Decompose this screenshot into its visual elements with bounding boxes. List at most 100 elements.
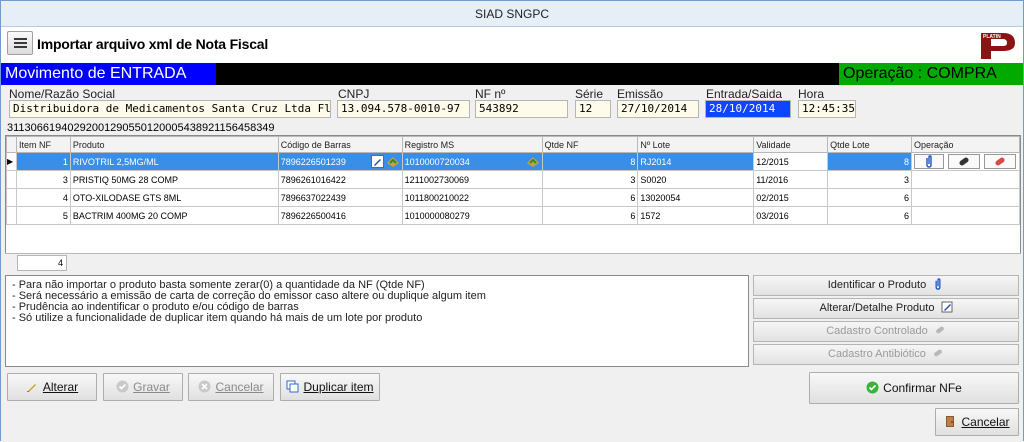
emissao-field[interactable]: 27/10/2014: [617, 100, 699, 118]
validade-cell[interactable]: 11/2016: [753, 170, 829, 189]
produto-cell[interactable]: BACTRIM 400MG 20 COMP: [69, 206, 279, 225]
operacao-cell: [911, 170, 1020, 189]
qtde-lote-cell[interactable]: 6: [827, 188, 913, 207]
duplicar-item-button[interactable]: Duplicar item: [280, 373, 380, 401]
col-qtde-lote[interactable]: Qtde Lote: [827, 136, 913, 153]
identificar-produto-label: Identificar o Produto: [827, 279, 927, 291]
item-nf-cell: 3: [15, 170, 71, 189]
current-row-marker-icon: ▶: [6, 152, 17, 171]
lookup-barcode-icon[interactable]: [386, 155, 400, 168]
items-grid[interactable]: Item NF Produto Código de Barras Registr…: [5, 135, 1021, 271]
validade-cell[interactable]: 02/2015: [753, 188, 829, 207]
col-operacao[interactable]: Operação: [911, 136, 1020, 153]
col-produto[interactable]: Produto: [69, 136, 279, 153]
barras-cell[interactable]: 7896226501239: [277, 152, 403, 171]
registro-cell[interactable]: 1011800210022: [401, 188, 543, 207]
col-qtde-nf[interactable]: Qtde NF: [541, 136, 639, 153]
alterar-button[interactable]: Alterar: [7, 373, 97, 401]
menu-button[interactable]: [7, 31, 33, 55]
produto-cell[interactable]: OTO-XILODASE GTS 8ML: [69, 188, 279, 207]
col-item-nf[interactable]: Item NF: [15, 136, 71, 153]
identificar-produto-button[interactable]: Identificar o Produto: [753, 275, 1019, 296]
nf-label: NF nº: [475, 87, 506, 101]
validade-cell[interactable]: 12/2015: [753, 152, 829, 171]
cadastro-controlado-button[interactable]: Cadastro Controlado: [753, 321, 1019, 342]
registro-cell[interactable]: 1010000080279: [401, 206, 543, 225]
qtde-lote-cell[interactable]: 3: [827, 170, 913, 189]
cancelar-button[interactable]: Cancelar: [935, 408, 1019, 436]
paperclip-icon[interactable]: [914, 154, 945, 169]
lote-cell[interactable]: 1572: [637, 206, 755, 225]
item-count: 4: [17, 255, 67, 271]
check-icon: [116, 376, 129, 393]
cancelar-edit-button[interactable]: Cancelar: [188, 373, 274, 401]
registro-cell[interactable]: 1211002730069: [401, 170, 543, 189]
emissao-label: Emissão: [617, 87, 664, 101]
col-registro-ms[interactable]: Registro MS: [401, 136, 543, 153]
lote-cell[interactable]: RJ2014: [637, 152, 755, 171]
header: Importar arquivo xml de Nota Fiscal PLAT…: [1, 27, 1023, 63]
gravar-button[interactable]: Gravar: [103, 373, 183, 401]
table-row[interactable]: 3 PRISTIQ 50MG 28 COMP 7896261016422 121…: [6, 170, 1020, 189]
produto-cell[interactable]: RIVOTRIL 2,5MG/ML: [69, 152, 279, 171]
col-codigo-barras[interactable]: Código de Barras: [277, 136, 403, 153]
registro-cell[interactable]: 1010000720034: [401, 152, 543, 171]
cnpj-label: CNPJ: [338, 87, 370, 101]
produto-cell[interactable]: PRISTIQ 50MG 28 COMP: [69, 170, 279, 189]
qtde-lote-cell[interactable]: 6: [827, 206, 913, 225]
lote-cell[interactable]: 13020054: [637, 188, 755, 207]
qtde-nf-cell[interactable]: 3: [541, 170, 639, 189]
qtde-lote-cell[interactable]: 8: [827, 152, 913, 171]
table-row[interactable]: 5 BACTRIM 400MG 20 COMP 7896226500416 10…: [6, 206, 1020, 225]
row-indicator-header: [6, 136, 17, 153]
nome-field[interactable]: Distribuidora de Medicamentos Santa Cruz…: [9, 100, 331, 118]
exit-door-icon: [944, 411, 957, 427]
alterar-label: Alterar: [42, 380, 79, 394]
edit-icon: [941, 301, 953, 313]
confirm-check-icon: [866, 375, 879, 394]
lookup-registro-icon[interactable]: [526, 155, 540, 168]
confirmar-nfe-button[interactable]: Confirmar NFe: [809, 372, 1019, 404]
confirmar-nfe-label: Confirmar NFe: [883, 381, 962, 395]
lote-cell[interactable]: S0020: [637, 170, 755, 189]
col-validade[interactable]: Validade: [753, 136, 829, 153]
qtde-nf-cell[interactable]: 6: [541, 188, 639, 207]
cadastro-antibiotico-button[interactable]: Cadastro Antibiótico: [753, 344, 1019, 365]
hora-field[interactable]: 12:45:35: [798, 100, 856, 118]
pencil-icon: [26, 376, 39, 392]
pill-icon[interactable]: [948, 154, 981, 169]
item-nf-cell: 5: [15, 206, 71, 225]
barras-cell[interactable]: 7896637022439: [277, 188, 403, 207]
cancelar-edit-label: Cancelar: [215, 380, 264, 394]
platin-logo: PLATIN: [977, 29, 1021, 61]
qtde-nf-cell[interactable]: 6: [541, 206, 639, 225]
menu-icon-line: [14, 46, 27, 48]
hora-label: Hora: [798, 87, 825, 101]
movement-band: Movimento de ENTRADA Operação : COMPRA: [1, 63, 1023, 85]
cnpj-field[interactable]: 13.094.578-0010-97: [337, 100, 470, 118]
gravar-label: Gravar: [133, 380, 170, 394]
cancel-icon: [198, 376, 211, 393]
menu-icon: [14, 38, 27, 40]
capsule-icon[interactable]: [984, 154, 1017, 169]
serie-field[interactable]: 12: [575, 100, 611, 118]
items-table: Item NF Produto Código de Barras Registr…: [6, 136, 1020, 225]
cadastro-antibiotico-label: Cadastro Antibiótico: [828, 348, 926, 360]
window-title: SIAD SNGPC: [1, 1, 1023, 27]
qtde-nf-cell[interactable]: 8: [541, 152, 639, 171]
cadastro-controlado-label: Cadastro Controlado: [826, 325, 928, 337]
page-title: Importar arquivo xml de Nota Fiscal: [37, 36, 269, 52]
nf-field[interactable]: 543892: [475, 100, 568, 118]
entrada-field[interactable]: 28/10/2014: [705, 100, 791, 118]
barras-cell[interactable]: 7896261016422: [277, 170, 403, 189]
table-row[interactable]: 4 OTO-XILODASE GTS 8ML 7896637022439 101…: [6, 188, 1020, 207]
grid-footer: 4: [5, 253, 1021, 272]
edit-barcode-icon[interactable]: [370, 155, 384, 168]
table-row[interactable]: ▶ 1 RIVOTRIL 2,5MG/ML 7896226501239 1010…: [6, 152, 1020, 171]
validade-cell[interactable]: 03/2016: [753, 206, 829, 225]
barras-cell[interactable]: 7896226500416: [277, 206, 403, 225]
row-indicator: [6, 206, 17, 225]
alterar-detalhe-produto-button[interactable]: Alterar/Detalhe Produto: [753, 298, 1019, 319]
duplicar-item-label: Duplicar item: [303, 380, 374, 394]
col-lote[interactable]: Nº Lote: [637, 136, 755, 153]
